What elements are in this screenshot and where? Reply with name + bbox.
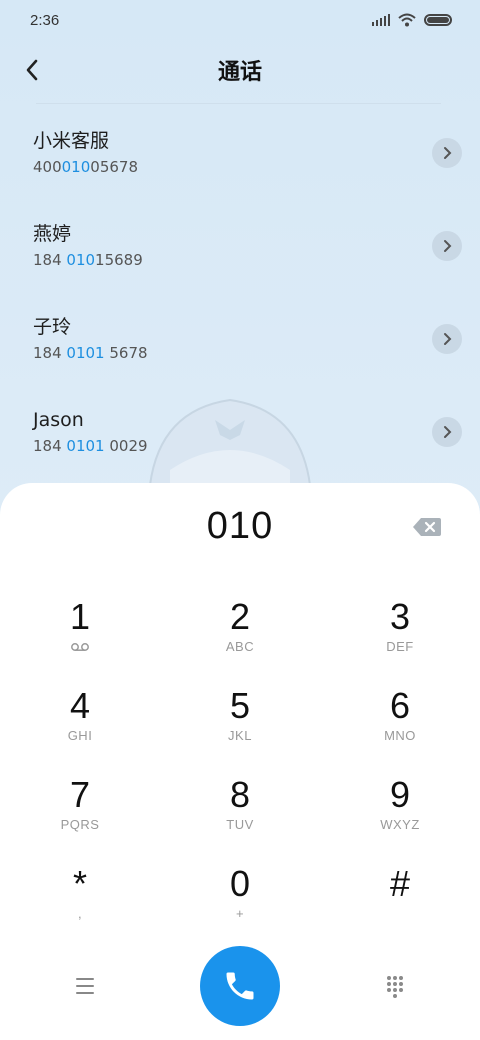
- number-prefix: 184: [33, 251, 67, 269]
- key-digit: 0: [229, 863, 251, 904]
- contact-detail-button[interactable]: [432, 417, 462, 447]
- contact-row[interactable]: Jason 184 0101 0029: [0, 389, 480, 482]
- number-match: 010: [61, 158, 91, 176]
- number-prefix: 184: [33, 437, 67, 455]
- key-9[interactable]: 9 WXYZ: [320, 771, 480, 860]
- key-letters: MNO: [384, 728, 416, 743]
- key-8[interactable]: 8 TUV: [160, 771, 320, 860]
- status-bar: 2:36: [0, 0, 480, 40]
- number-prefix: 184: [33, 344, 67, 362]
- signal-icon: [372, 14, 390, 26]
- chevron-right-icon: [444, 333, 452, 345]
- key-letters: TUV: [226, 817, 254, 832]
- back-button[interactable]: [14, 52, 50, 88]
- key-letters: PQRS: [60, 817, 100, 832]
- key-digit: 7: [69, 774, 91, 815]
- key-1[interactable]: 1: [0, 593, 160, 682]
- bottom-bar: [0, 946, 480, 1026]
- key-letters: JKL: [228, 728, 252, 743]
- contact-name: 子玲: [33, 316, 72, 338]
- contact-detail-button[interactable]: [432, 324, 462, 354]
- page-title: 通话: [217, 60, 262, 85]
- number-suffix: 5678: [104, 344, 148, 362]
- contact-detail-button[interactable]: [432, 231, 462, 261]
- contact-name: Jason: [33, 409, 84, 431]
- contact-row[interactable]: 子玲 184 0101 5678: [0, 296, 480, 389]
- contact-number: 40001005678: [33, 156, 480, 178]
- status-time: 2:36: [30, 11, 60, 29]
- number-suffix: 15689: [95, 251, 143, 269]
- dialpad-panel: 010 1 2 ABC 3 DEF 4 GHI 5 JKL 6 MNO 7 PQ…: [0, 483, 480, 1040]
- key-digit: 6: [389, 685, 411, 726]
- contact-number: 184 0101 5678: [33, 342, 480, 364]
- key-letters: GHI: [67, 728, 93, 743]
- dialpad-toggle-button[interactable]: [380, 972, 410, 1002]
- key-4[interactable]: 4 GHI: [0, 682, 160, 771]
- header: 通话: [0, 40, 480, 100]
- phone-icon: [226, 972, 254, 1000]
- menu-icon: [76, 978, 94, 994]
- keypad: 1 2 ABC 3 DEF 4 GHI 5 JKL 6 MNO 7 PQRS 8…: [0, 593, 480, 949]
- key-digit: 8: [229, 774, 251, 815]
- key-digit: #: [389, 863, 411, 904]
- key-3[interactable]: 3 DEF: [320, 593, 480, 682]
- call-button[interactable]: [200, 946, 280, 1026]
- chevron-right-icon: [444, 240, 452, 252]
- key-0[interactable]: 0 +: [160, 860, 320, 949]
- dialed-digits: 010: [206, 505, 274, 547]
- contact-number: 184 0101 0029: [33, 435, 480, 457]
- key-sub: [70, 639, 90, 655]
- contact-list: 小米客服 40001005678 燕婷 184 01015689 子玲 184 …: [0, 110, 480, 482]
- key-digit: 3: [389, 596, 411, 637]
- menu-button[interactable]: [70, 972, 100, 1000]
- key-letters: ABC: [225, 639, 255, 654]
- key-letters: WXYZ: [380, 817, 420, 832]
- contact-name: 燕婷: [33, 223, 72, 245]
- key-digit: 9: [389, 774, 411, 815]
- contact-row[interactable]: 小米客服 40001005678: [0, 110, 480, 203]
- contact-name: 小米客服: [33, 130, 110, 152]
- chevron-right-icon: [444, 426, 452, 438]
- key-digit: 2: [229, 596, 251, 637]
- back-arrow-icon: [26, 59, 38, 81]
- status-icons: [372, 13, 452, 27]
- contact-detail-button[interactable]: [432, 138, 462, 168]
- key-2[interactable]: 2 ABC: [160, 593, 320, 682]
- contact-row[interactable]: 燕婷 184 01015689: [0, 203, 480, 296]
- number-match: 0101: [66, 437, 105, 455]
- battery-icon: [424, 14, 452, 26]
- key-6[interactable]: 6 MNO: [320, 682, 480, 771]
- key-letters: ,: [77, 906, 83, 921]
- divider: [36, 103, 441, 104]
- key-7[interactable]: 7 PQRS: [0, 771, 160, 860]
- chevron-right-icon: [444, 147, 452, 159]
- key-digit: *: [72, 863, 87, 904]
- key-letters: +: [235, 906, 245, 921]
- number-prefix: 400: [33, 158, 62, 176]
- number-suffix: 0029: [104, 437, 148, 455]
- key-digit: 1: [69, 596, 91, 637]
- backspace-icon: [413, 518, 441, 536]
- key-digit: 5: [229, 685, 251, 726]
- key-5[interactable]: 5 JKL: [160, 682, 320, 771]
- key-star[interactable]: * ,: [0, 860, 160, 949]
- dialpad-icon: [387, 976, 403, 998]
- key-letters: DEF: [386, 639, 414, 654]
- wifi-icon: [398, 13, 416, 27]
- contact-number: 184 01015689: [33, 249, 480, 271]
- key-hash[interactable]: #: [320, 860, 480, 949]
- number-match: 010: [66, 251, 96, 269]
- key-digit: 4: [69, 685, 91, 726]
- voicemail-icon: [71, 643, 89, 651]
- number-match: 0101: [66, 344, 105, 362]
- number-suffix: 05678: [90, 158, 138, 176]
- backspace-button[interactable]: [412, 516, 442, 538]
